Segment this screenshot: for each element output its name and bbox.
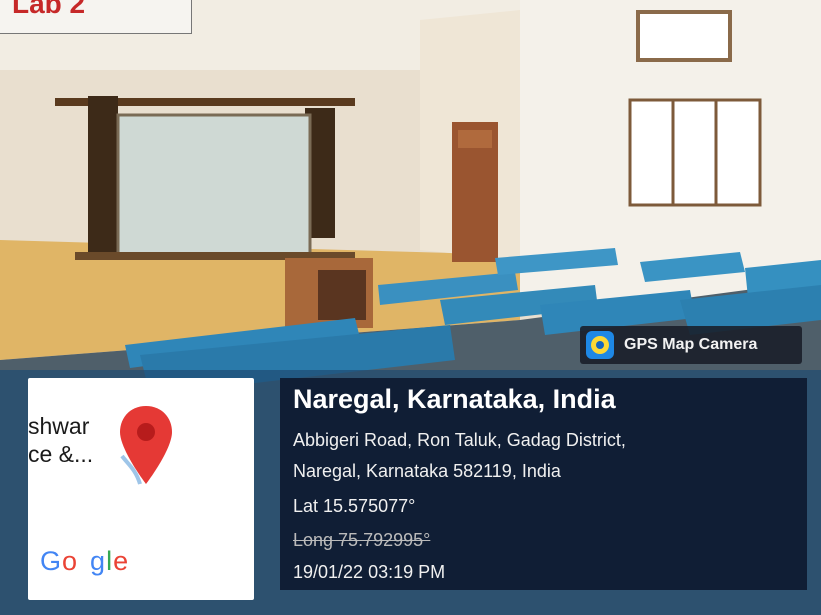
photo-label-tag: Lab 2 — [0, 0, 192, 34]
datetime-text: 19/01/22 03:19 PM — [293, 562, 446, 582]
location-info-panel: Naregal, Karnataka, India Abbigeri Road,… — [280, 378, 807, 590]
map-place-line1: shwar — [28, 413, 90, 439]
map-thumbnail: shwar ce &... Go gle — [28, 378, 254, 600]
longitude-text: Long 75.792995° — [293, 530, 431, 550]
google-letter-e: e — [113, 546, 130, 576]
map-place-line2: ce &... — [28, 441, 94, 467]
gps-badge-label: GPS Map Camera — [624, 336, 758, 353]
map-place-label: shwar ce &... — [28, 412, 93, 468]
google-logo: Go gle — [40, 546, 129, 577]
location-title: Naregal, Karnataka, India — [293, 384, 616, 414]
google-letter-g: G — [40, 546, 63, 576]
address-line1: Abbigeri Road, Ron Taluk, Gadag District… — [293, 430, 626, 450]
map-pin-icon — [120, 406, 172, 485]
gps-map-camera-icon — [586, 331, 614, 359]
gps-map-camera-badge: GPS Map Camera — [580, 326, 802, 364]
address-line2: Naregal, Karnataka 582119, India — [293, 461, 561, 481]
photo-label: Lab 2 — [12, 0, 86, 19]
google-letter-g2: g — [90, 546, 107, 576]
google-letter-o: o — [62, 546, 79, 576]
latitude-text: Lat 15.575077° — [293, 496, 416, 516]
